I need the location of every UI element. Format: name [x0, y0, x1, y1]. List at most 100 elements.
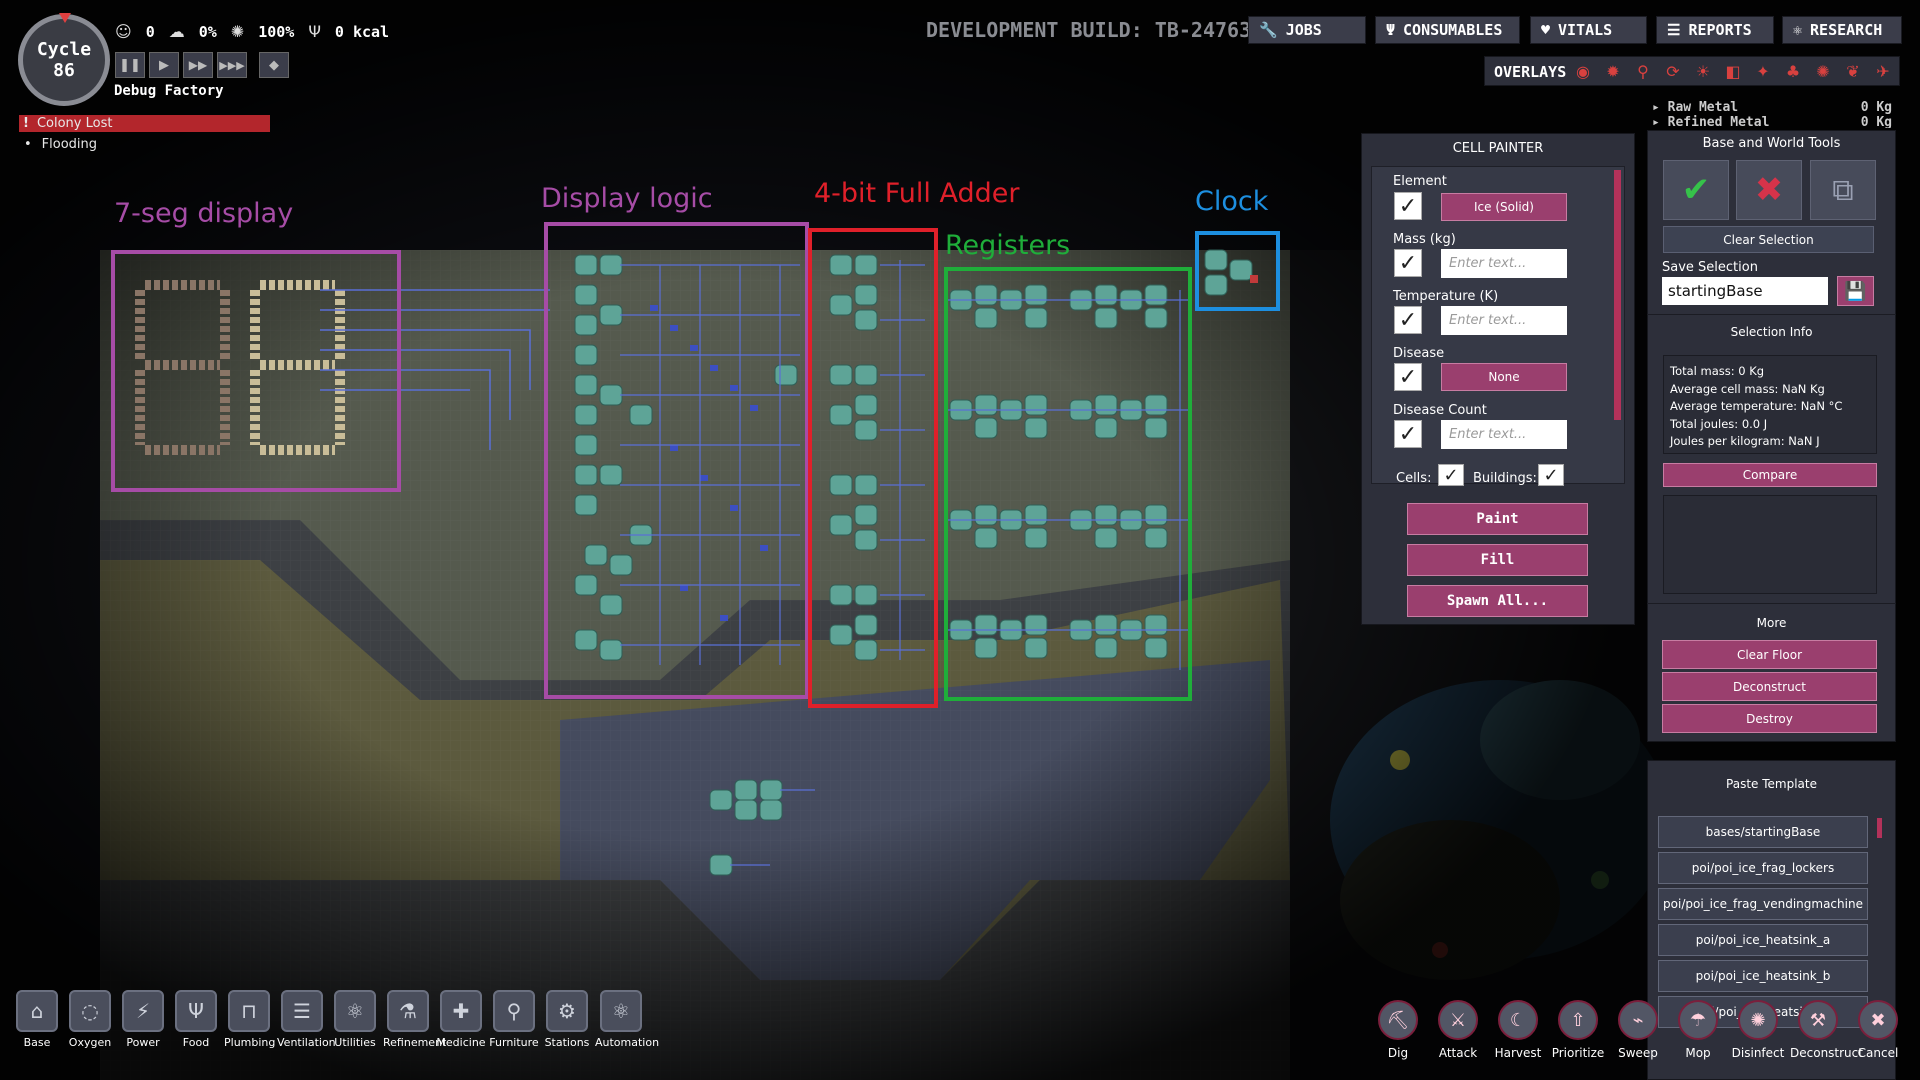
tool-cancel[interactable]: ✖ Cancel	[1850, 1000, 1906, 1060]
oxygen-overlay-icon[interactable]: ◉	[1572, 60, 1594, 82]
disease-count-checkbox[interactable]: ✓	[1394, 420, 1422, 448]
tool-disinfect[interactable]: ✺ Disinfect	[1730, 1000, 1786, 1060]
materials-overlay-icon[interactable]: ⟳	[1662, 60, 1684, 82]
power-overlay-icon[interactable]: ✹	[1602, 60, 1624, 82]
deconstruct-all-button[interactable]: Deconstruct	[1662, 672, 1877, 701]
vitals-button[interactable]: ♥ VITALS	[1530, 16, 1647, 44]
cycle-label: Cycle	[36, 39, 92, 60]
cycle-marker-icon	[59, 13, 71, 23]
clear-floor-button[interactable]: Clear Floor	[1662, 640, 1877, 669]
mass-checkbox[interactable]: ✓	[1394, 249, 1422, 277]
element-checkbox[interactable]: ✓	[1394, 192, 1422, 220]
farming-overlay-icon[interactable]: ❦	[1842, 60, 1864, 82]
template-item[interactable]: poi/poi_ice_heatsink_b	[1658, 960, 1868, 992]
cell-painter-title: CELL PAINTER	[1452, 141, 1544, 156]
deselect-tool-button[interactable]: ✖	[1736, 160, 1802, 220]
rooms-overlay-icon[interactable]: ✈	[1872, 60, 1894, 82]
disease-checkbox[interactable]: ✓	[1394, 363, 1422, 391]
temperature-input[interactable]: Enter text...	[1441, 306, 1567, 335]
paint-button[interactable]: Paint	[1407, 503, 1588, 535]
temperature-checkbox[interactable]: ✓	[1394, 306, 1422, 334]
clear-selection-button[interactable]: Clear Selection	[1663, 226, 1874, 253]
save-selection-input[interactable]: startingBase	[1662, 277, 1828, 305]
select-tool-button[interactable]: ✔	[1663, 160, 1729, 220]
germs-overlay-icon[interactable]: ✺	[1812, 60, 1834, 82]
element-dropdown[interactable]: Ice (Solid)	[1441, 193, 1567, 221]
light-overlay-icon[interactable]: ☀	[1692, 60, 1714, 82]
reports-button[interactable]: ☰ REPORTS	[1656, 16, 1774, 44]
pause-button[interactable]: ❚❚	[115, 52, 145, 78]
speed-3-button[interactable]: ▶▶▶	[217, 52, 247, 78]
build-medicine[interactable]: ✚ Medicine	[436, 990, 486, 1049]
research-button[interactable]: ⚛ RESEARCH	[1782, 16, 1902, 44]
colony-lost-alert[interactable]: ! Colony Lost	[19, 115, 270, 132]
box-display-logic	[544, 222, 809, 699]
template-item[interactable]: poi/poi_ice_heatsink_a	[1658, 924, 1868, 956]
cancel-icon: ✖	[1858, 1000, 1898, 1040]
build-label: Ventilation	[277, 1036, 336, 1049]
disease-count-input[interactable]: Enter text...	[1441, 420, 1567, 449]
build-food[interactable]: Ψ Food	[171, 990, 221, 1049]
build-power[interactable]: ⚡ Power	[118, 990, 168, 1049]
decor-overlay-icon[interactable]: ♣	[1782, 60, 1804, 82]
furniture-icon: ⚲	[493, 990, 535, 1032]
temperature-overlay-icon[interactable]: ⚲	[1632, 60, 1654, 82]
build-automation[interactable]: ⚛ Automation	[595, 990, 659, 1049]
build-ventilation[interactable]: ☰ Ventilation	[277, 990, 336, 1049]
build-stations[interactable]: ⚙ Stations	[542, 990, 592, 1049]
jobs-button[interactable]: 🔧 JOBS	[1248, 16, 1366, 44]
selection-info-title: Selection Info	[1730, 325, 1813, 339]
disease-dropdown[interactable]: None	[1441, 363, 1567, 391]
ventilation-overlay-icon[interactable]: ✦	[1752, 60, 1774, 82]
oxygen-icon: ◌	[69, 990, 111, 1032]
tool-deconstruct[interactable]: ⚒ Deconstruct	[1790, 1000, 1863, 1060]
build-plumbing[interactable]: ⊓ Plumbing	[224, 990, 275, 1049]
panel-divider	[1647, 314, 1896, 315]
label-clock: Clock	[1195, 186, 1269, 217]
tool-harvest[interactable]: ☾ Harvest	[1490, 1000, 1546, 1060]
mass-input[interactable]: Enter text...	[1441, 249, 1567, 278]
resource-row[interactable]: ▸ Refined Metal 0 Kg	[1652, 115, 1892, 128]
deselect-x-icon: ✖	[1754, 170, 1784, 210]
template-item[interactable]: poi/poi_ice_frag_vendingmachine	[1658, 888, 1868, 920]
tool-prioritize[interactable]: ⇧ Prioritize	[1550, 1000, 1606, 1060]
fork-knife-icon: Ψ	[1386, 21, 1396, 39]
flooding-item[interactable]: • Flooding	[24, 137, 97, 152]
save-selection-button[interactable]: 💾	[1837, 276, 1874, 306]
red-alert-button[interactable]: ◆	[259, 52, 289, 78]
mop-icon: ☂	[1678, 1000, 1718, 1040]
template-item[interactable]: poi/poi_ice_frag_lockers	[1658, 852, 1868, 884]
plumbing-overlay-icon[interactable]: ◧	[1722, 60, 1744, 82]
cycle-badge[interactable]: Cycle 86	[18, 13, 110, 106]
resource-row[interactable]: ▸ Raw Metal 0 Kg	[1652, 100, 1892, 115]
build-label: Medicine	[436, 1036, 486, 1049]
fill-button[interactable]: Fill	[1407, 544, 1588, 576]
tool-dig[interactable]: ⛏ Dig	[1370, 1000, 1426, 1060]
tool-sweep[interactable]: ⌁ Sweep	[1610, 1000, 1666, 1060]
tool-label: Cancel	[1857, 1046, 1899, 1060]
speed-1-button[interactable]: ▶	[149, 52, 179, 78]
speed-2-button[interactable]: ▶▶	[183, 52, 213, 78]
template-item[interactable]: bases/startingBase	[1658, 816, 1868, 848]
build-furniture[interactable]: ⚲ Furniture	[489, 990, 539, 1049]
base-world-tools-title: Base and World Tools	[1702, 136, 1841, 151]
tool-attack[interactable]: ⚔ Attack	[1430, 1000, 1486, 1060]
cells-checkbox[interactable]: ✓	[1438, 464, 1464, 486]
resource-value: 0 Kg	[1860, 100, 1892, 115]
build-base[interactable]: ⌂ Base	[12, 990, 62, 1049]
build-utilities[interactable]: ⚛ Utilities	[330, 990, 380, 1049]
destroy-button[interactable]: Destroy	[1662, 704, 1877, 733]
cell-painter-scrollbar[interactable]	[1614, 170, 1621, 420]
build-oxygen[interactable]: ◌ Oxygen	[65, 990, 115, 1049]
build-refinement[interactable]: ⚗ Refinement	[383, 990, 446, 1049]
tool-mop[interactable]: ☂ Mop	[1670, 1000, 1726, 1060]
resource-list: ▸ Raw Metal 0 Kg ▸ Refined Metal 0 Kg	[1652, 100, 1892, 128]
bullet-icon: •	[24, 137, 32, 152]
compare-button[interactable]: Compare	[1663, 463, 1877, 487]
consumables-button[interactable]: Ψ CONSUMABLES	[1375, 16, 1520, 44]
paste-template-scrollbar[interactable]	[1877, 818, 1882, 838]
food-icon: Ψ	[175, 990, 217, 1032]
buildings-checkbox[interactable]: ✓	[1538, 464, 1564, 486]
spawn-all-button[interactable]: Spawn All...	[1407, 585, 1588, 617]
copy-tool-button[interactable]: ⧉	[1810, 160, 1876, 220]
